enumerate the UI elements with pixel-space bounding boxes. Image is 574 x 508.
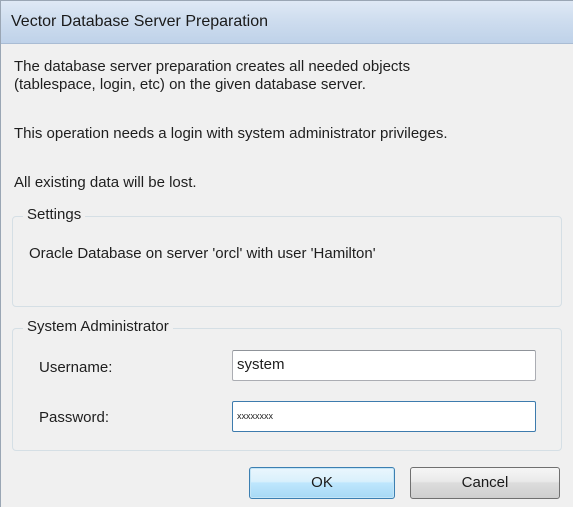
settings-description: Oracle Database on server 'orcl' with us…: [29, 245, 376, 262]
title-bar[interactable]: Vector Database Server Preparation: [1, 1, 573, 44]
settings-legend: Settings: [23, 206, 86, 223]
system-administrator-legend: System Administrator: [23, 318, 173, 335]
window-title: Vector Database Server Preparation: [11, 13, 269, 30]
username-value: system: [237, 356, 285, 373]
ok-button[interactable]: OK: [249, 467, 395, 499]
password-label: Password:: [39, 409, 110, 426]
message-line-2: (tablespace, login, etc) on the given da…: [14, 76, 366, 93]
password-value: xxxxxxxx: [237, 411, 273, 421]
system-administrator-groupbox: System Administrator: [12, 318, 562, 451]
username-field[interactable]: system: [232, 350, 536, 381]
password-field[interactable]: xxxxxxxx: [232, 401, 536, 432]
username-label: Username:: [39, 359, 113, 376]
message-line-4: All existing data will be lost.: [14, 174, 197, 191]
cancel-button[interactable]: Cancel: [410, 467, 560, 499]
server-preparation-dialog: Vector Database Server Preparation The d…: [0, 0, 573, 507]
message-line-1: The database server preparation creates …: [14, 58, 411, 75]
message-line-3: This operation needs a login with system…: [14, 125, 448, 142]
